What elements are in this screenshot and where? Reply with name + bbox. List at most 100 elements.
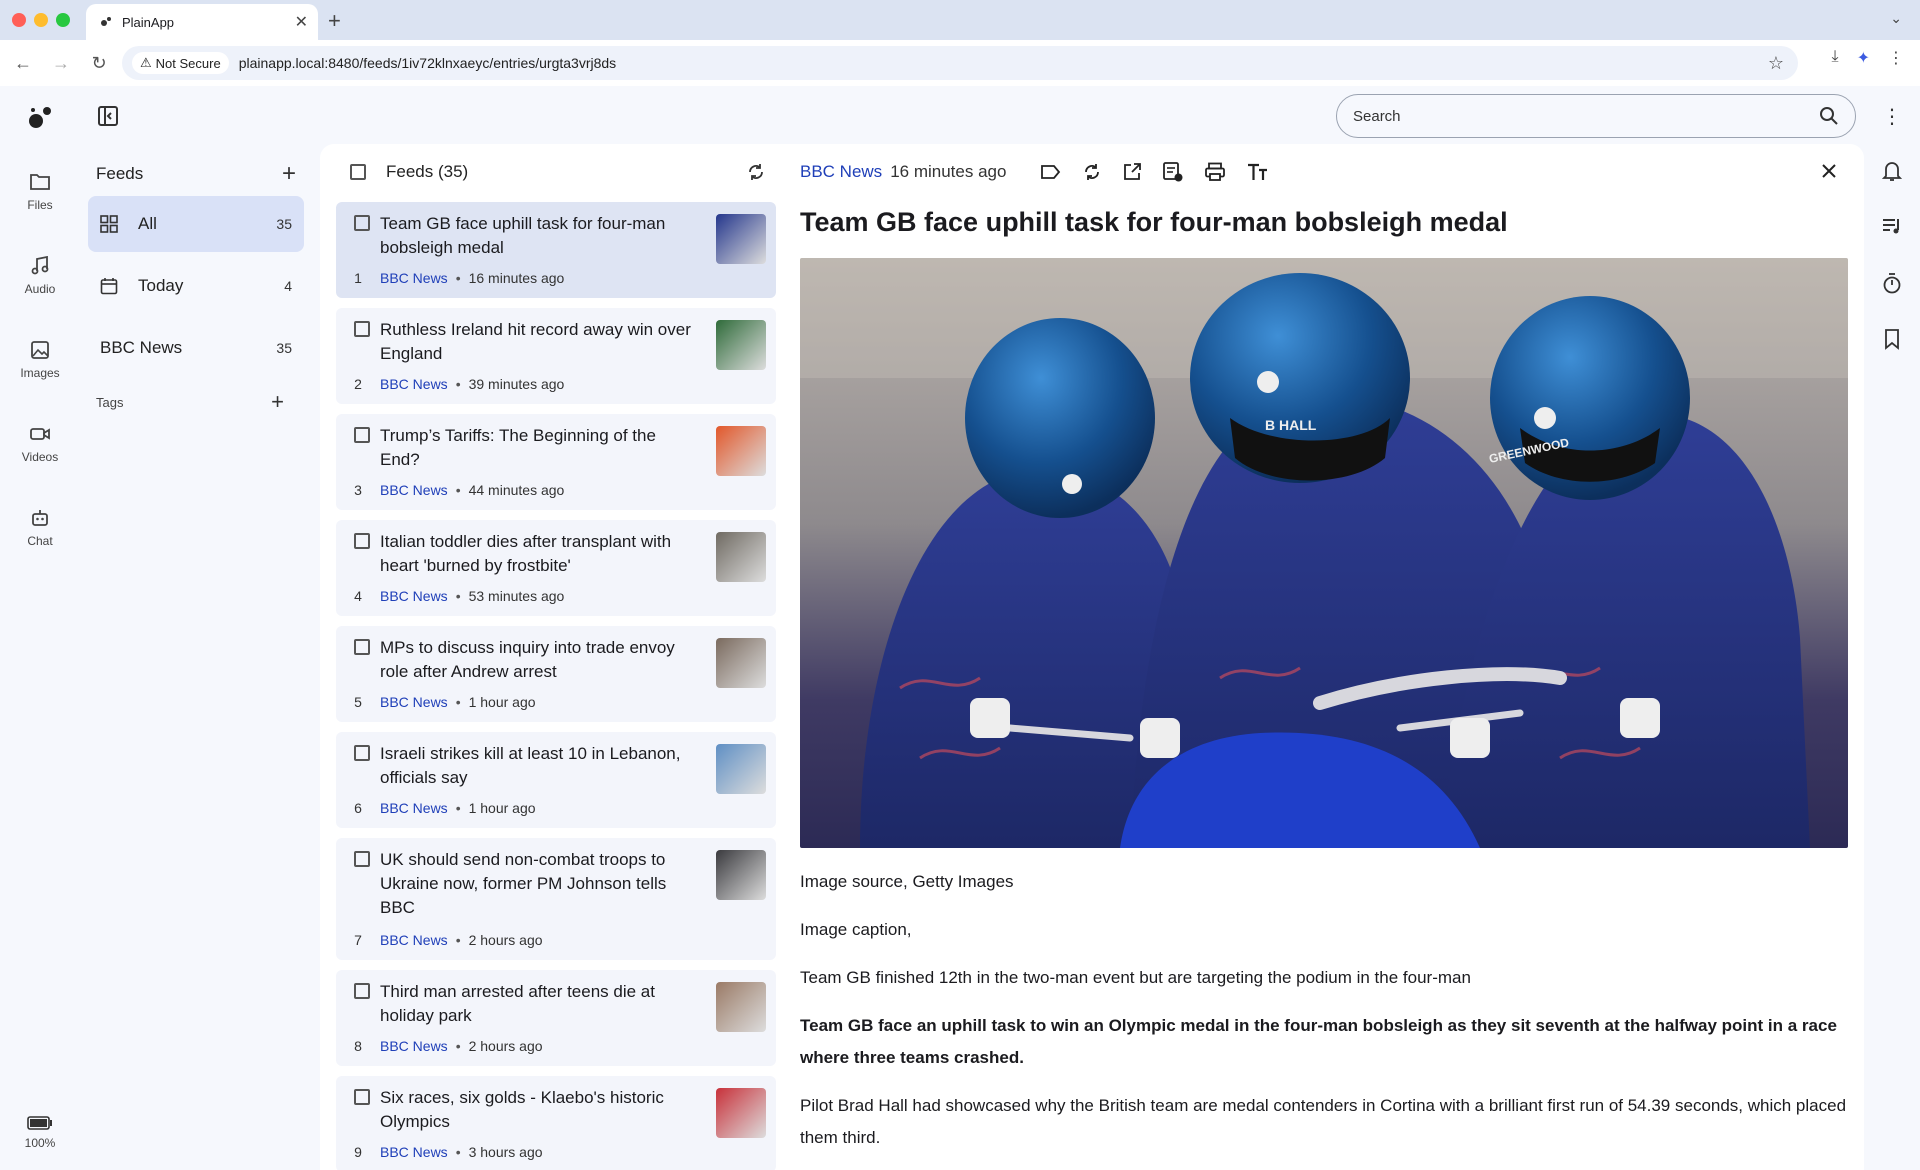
browser-tabstrip: PlainApp ✕ + ⌄ xyxy=(0,0,1920,40)
entry-source-link[interactable]: BBC News xyxy=(380,800,448,816)
sync-icon[interactable] xyxy=(1082,162,1102,182)
meta-separator: • xyxy=(455,1144,461,1160)
entry-checkbox[interactable] xyxy=(354,639,370,655)
feed-entry-item[interactable]: Team GB face uphill task for four-man bo… xyxy=(336,202,776,298)
rail-item-audio[interactable]: Audio xyxy=(0,256,80,296)
sidebar-item-bbc-news[interactable]: BBC News 35 xyxy=(88,320,304,376)
entry-checkbox[interactable] xyxy=(354,427,370,443)
entry-checkbox[interactable] xyxy=(354,745,370,761)
entry-number: 2 xyxy=(354,376,362,392)
entry-title: Trump’s Tariffs: The Beginning of the En… xyxy=(380,426,656,469)
tag-icon[interactable] xyxy=(1040,162,1062,182)
entry-thumbnail-image xyxy=(716,982,766,1032)
entry-title: Ruthless Ireland hit record away win ove… xyxy=(380,320,691,363)
add-tag-button[interactable]: + xyxy=(271,389,284,415)
close-tab-icon[interactable]: ✕ xyxy=(295,12,308,32)
app-menu-icon[interactable]: ⋮ xyxy=(1882,104,1902,129)
image-icon xyxy=(31,341,49,359)
battery-icon xyxy=(27,1116,52,1130)
select-all-checkbox[interactable] xyxy=(350,164,366,180)
feeds-header: Feeds + xyxy=(88,152,304,196)
entry-checkbox[interactable] xyxy=(354,321,370,337)
plainapp-favicon-icon xyxy=(101,17,111,26)
feeds-sidebar: Feeds + All 35 Today 4 BBC News 35 Tags … xyxy=(88,152,304,422)
entry-checkbox[interactable] xyxy=(354,851,370,867)
search-icon[interactable] xyxy=(1819,106,1839,126)
battery-level: 100% xyxy=(24,1136,56,1150)
save-offline-icon[interactable] xyxy=(1162,161,1184,183)
feed-entry-item[interactable]: UK should send non-combat troops to Ukra… xyxy=(336,838,776,960)
print-icon[interactable] xyxy=(1204,162,1226,182)
entry-title: Italian toddler dies after transplant wi… xyxy=(380,532,672,575)
entry-title: Third man arrested after teens die at ho… xyxy=(380,982,655,1025)
tab-search-chevron-icon[interactable]: ⌄ xyxy=(1890,10,1902,27)
text-size-icon[interactable] xyxy=(1246,162,1268,182)
feed-entry-item[interactable]: Ruthless Ireland hit record away win ove… xyxy=(336,308,776,404)
feed-entry-item[interactable]: MPs to discuss inquiry into trade envoy … xyxy=(336,626,776,722)
entry-checkbox[interactable] xyxy=(354,215,370,231)
bookmarks-button[interactable] xyxy=(1876,328,1908,350)
timer-button[interactable] xyxy=(1876,272,1908,294)
rail-label: Videos xyxy=(21,450,59,464)
feed-entry-item[interactable]: Third man arrested after teens die at ho… xyxy=(336,970,776,1066)
entry-time: 2 hours ago xyxy=(468,1038,543,1054)
rail-item-images[interactable]: Images xyxy=(0,340,80,380)
address-bar[interactable]: ⚠ Not Secure plainapp.local:8480/feeds/1… xyxy=(122,46,1798,80)
search-input[interactable]: Search xyxy=(1336,94,1856,138)
article-lead-paragraph: Team GB face an uphill task to win an Ol… xyxy=(800,1016,1837,1067)
meta-separator: • xyxy=(455,932,461,948)
article-source-link[interactable]: BBC News xyxy=(800,162,882,182)
entry-time: 53 minutes ago xyxy=(468,588,565,604)
open-external-icon[interactable] xyxy=(1122,162,1142,182)
bookmark-star-icon[interactable]: ☆ xyxy=(1768,53,1784,74)
minimize-window-button[interactable] xyxy=(34,13,48,27)
browser-menu-icon[interactable]: ⋮ xyxy=(1888,48,1904,68)
forward-button[interactable]: → xyxy=(46,48,76,78)
notifications-button[interactable] xyxy=(1876,160,1908,182)
entry-source-link[interactable]: BBC News xyxy=(380,376,448,392)
rail-item-videos[interactable]: Videos xyxy=(0,424,80,464)
entry-checkbox[interactable] xyxy=(354,1089,370,1105)
entry-source-link[interactable]: BBC News xyxy=(380,932,448,948)
entry-checkbox[interactable] xyxy=(354,983,370,999)
entry-source-link[interactable]: BBC News xyxy=(380,1038,448,1054)
security-indicator[interactable]: ⚠ Not Secure xyxy=(132,52,229,74)
sidebar-item-all[interactable]: All 35 xyxy=(88,196,304,252)
entry-time: 3 hours ago xyxy=(468,1144,543,1160)
main-card: Feeds (35) Team GB face uphill task for … xyxy=(320,144,1864,1170)
feed-entry-item[interactable]: Israeli strikes kill at least 10 in Leba… xyxy=(336,732,776,828)
sidebar-item-count: 35 xyxy=(276,340,292,356)
zoom-window-button[interactable] xyxy=(56,13,70,27)
download-icon[interactable]: ⤓ xyxy=(1832,48,1839,68)
entry-source-link[interactable]: BBC News xyxy=(380,1144,448,1160)
plainapp-logo-icon[interactable] xyxy=(26,104,54,132)
feed-entry-item[interactable]: Trump’s Tariffs: The Beginning of the En… xyxy=(336,414,776,510)
rail-item-files[interactable]: Files xyxy=(0,172,80,212)
feed-entry-item[interactable]: Italian toddler dies after transplant wi… xyxy=(336,520,776,616)
sync-icon[interactable] xyxy=(746,162,766,182)
back-button[interactable]: ← xyxy=(8,48,38,78)
reload-button[interactable]: ↻ xyxy=(84,48,114,78)
sidebar-toggle-icon[interactable] xyxy=(96,104,120,128)
entry-checkbox[interactable] xyxy=(354,533,370,549)
entry-thumbnail-image xyxy=(716,638,766,688)
feed-entry-item[interactable]: Six races, six golds - Klaebo's historic… xyxy=(336,1076,776,1170)
add-feed-button[interactable]: + xyxy=(282,160,296,188)
new-tab-button[interactable]: + xyxy=(328,8,341,34)
close-window-button[interactable] xyxy=(12,13,26,27)
url-text[interactable]: plainapp.local:8480/feeds/1iv72klnxaeyc/… xyxy=(239,55,616,71)
plainapp: Files Audio Images Videos Chat 100% Feed… xyxy=(0,86,1920,1170)
playlist-button[interactable] xyxy=(1876,216,1908,236)
entry-source-link[interactable]: BBC News xyxy=(380,694,448,710)
browser-tab[interactable]: PlainApp ✕ xyxy=(86,4,318,40)
sidebar-item-today[interactable]: Today 4 xyxy=(88,258,304,314)
entry-number: 3 xyxy=(354,482,362,498)
calendar-icon xyxy=(100,278,118,295)
stopwatch-icon xyxy=(1883,273,1901,294)
extension-icon[interactable]: ✦ xyxy=(1857,48,1870,68)
entry-source-link[interactable]: BBC News xyxy=(380,588,448,604)
entry-source-link[interactable]: BBC News xyxy=(380,270,448,286)
close-article-icon[interactable] xyxy=(1820,162,1838,180)
entry-source-link[interactable]: BBC News xyxy=(380,482,448,498)
rail-item-chat[interactable]: Chat xyxy=(0,508,80,548)
